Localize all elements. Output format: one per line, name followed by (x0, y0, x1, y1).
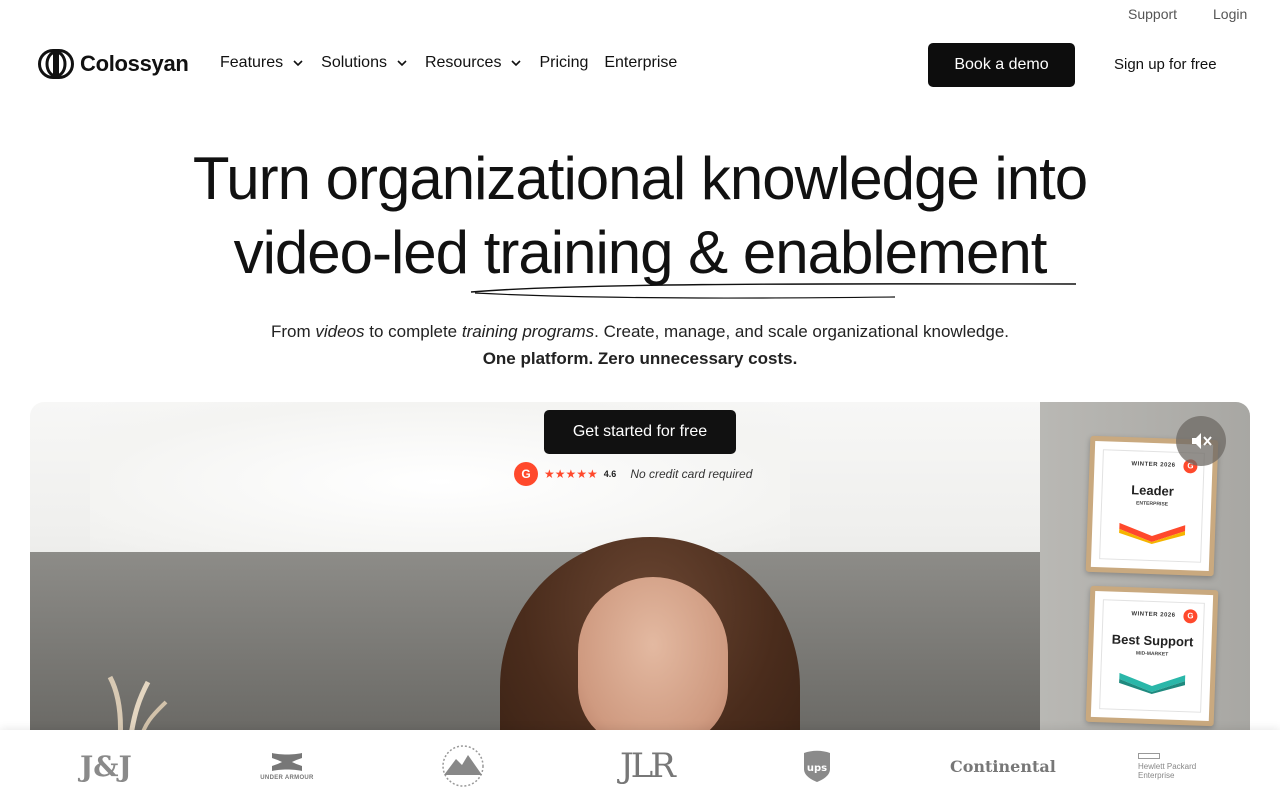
nav-item-features[interactable]: Features (220, 54, 305, 72)
paramount-mountain-icon (442, 745, 484, 787)
ups-logo: ups (802, 748, 832, 784)
badge-chevron-icon (1119, 522, 1186, 545)
badge-chevron-icon (1119, 672, 1186, 695)
nav-item-label: Pricing (539, 54, 589, 71)
nav-item-resources[interactable]: Resources (425, 54, 523, 72)
no-credit-card-note: No credit card required (630, 467, 753, 481)
hero-title-line1: Turn organizational knowledge into (192, 145, 1088, 212)
g2-logo-icon: G (514, 462, 538, 486)
login-link[interactable]: Login (1213, 6, 1247, 22)
get-started-button[interactable]: Get started for free (544, 410, 736, 454)
mute-toggle-button[interactable] (1176, 416, 1226, 466)
rating-stars-icon: ★★★★★ (544, 467, 598, 481)
badge-segment: ENTERPRISE (1135, 500, 1169, 508)
badge-name: Leader (1130, 482, 1175, 499)
subtitle-emphasis: training programs (461, 322, 595, 341)
subtitle-tagline: One platform. Zero unnecessary costs. (482, 349, 798, 368)
presenter-face (578, 577, 728, 730)
colossyan-logo-icon (38, 49, 74, 79)
g2-rating: G ★★★★★ 4.6 No credit card required (514, 462, 752, 486)
hero-title-line2: video-led (233, 219, 484, 286)
nav-item-label: Solutions (321, 54, 387, 71)
hand-drawn-underline-icon (470, 283, 1077, 299)
subtitle-text: From (270, 322, 316, 341)
g2-icon: G (1183, 609, 1198, 624)
hpe-logo: Hewlett Packard Enterprise (1138, 748, 1204, 784)
jj-logo: J&J (80, 749, 132, 783)
brand-name: Colossyan (80, 51, 189, 76)
badge-segment: MID-MARKET (1135, 650, 1169, 658)
speaker-muted-icon (1192, 433, 1212, 449)
badge-name: Best Support (1111, 631, 1194, 650)
paramount-logo (436, 745, 490, 787)
ups-shield-icon: ups (804, 750, 830, 782)
hpe-rectangle-icon (1138, 752, 1160, 759)
subtitle-text: . Create, manage, and scale organization… (594, 322, 1009, 341)
hero-title: Turn organizational knowledge into video… (0, 142, 1280, 290)
customer-logos: J&J UNDER ARMOUR JLR ups Continental Hew… (0, 730, 1280, 800)
hpe-line1: Hewlett Packard (1138, 761, 1197, 771)
hero-subtitle: From videos to complete training program… (0, 318, 1280, 372)
under-armour-caption: UNDER ARMOUR (260, 775, 314, 781)
jlr-logo: JLR (620, 746, 676, 786)
support-link[interactable]: Support (1128, 6, 1177, 22)
chevron-down-icon (293, 60, 303, 67)
main-nav: Colossyan Features Solutions Resources P… (0, 40, 1280, 90)
chevron-down-icon (511, 60, 522, 67)
signup-link[interactable]: Sign up for free (1114, 56, 1217, 73)
under-armour-logo: UNDER ARMOUR (256, 748, 318, 784)
rating-score: 4.6 (603, 469, 617, 479)
nav-item-label: Enterprise (604, 54, 678, 71)
book-demo-button[interactable]: Book a demo (928, 43, 1075, 87)
subtitle-text: to complete (364, 322, 462, 341)
nav-item-label: Features (220, 54, 284, 71)
brand-logo[interactable]: Colossyan (38, 49, 189, 79)
continental-logo: Continental (950, 756, 1056, 776)
subtitle-emphasis: videos (315, 322, 365, 341)
under-armour-icon (272, 753, 302, 771)
nav-menu: Features Solutions Resources Pricing Ent… (220, 54, 677, 72)
g2-best-support-badge: G WINTER 2026 Best Support MID-MARKET (1085, 585, 1219, 727)
hpe-line2: Enterprise (1138, 770, 1175, 780)
nav-item-pricing[interactable]: Pricing (539, 54, 588, 72)
nav-item-solutions[interactable]: Solutions (321, 54, 409, 72)
nav-item-enterprise[interactable]: Enterprise (604, 54, 677, 72)
svg-text:ups: ups (807, 763, 827, 774)
plant-decoration-icon (107, 675, 168, 730)
utility-bar: Support Login (0, 0, 1280, 28)
chevron-down-icon (397, 60, 407, 67)
nav-item-label: Resources (424, 54, 502, 71)
hero-title-highlight: training & enablement (483, 219, 1048, 286)
